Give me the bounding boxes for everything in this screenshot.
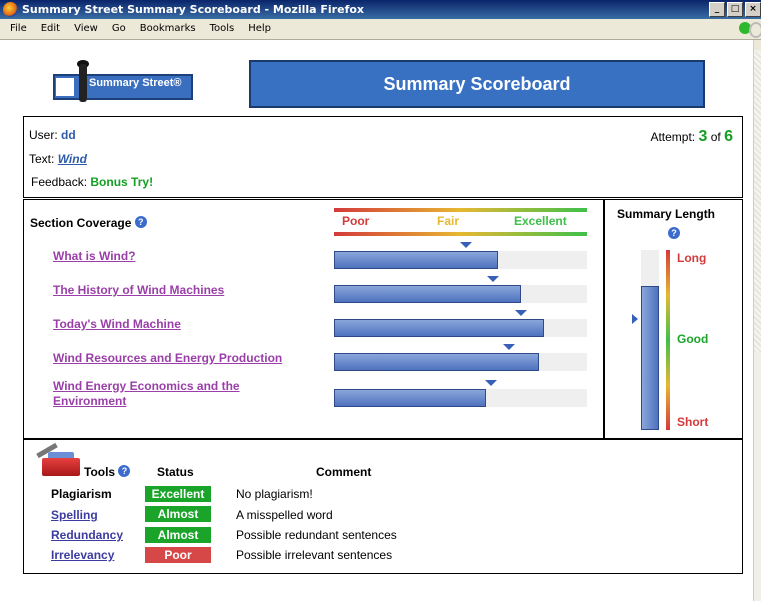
text-row: Text: Wind	[29, 152, 87, 166]
scale-poor-label: Poor	[342, 214, 370, 228]
coverage-track	[334, 285, 587, 303]
coverage-track	[334, 353, 587, 371]
comment-irrelevancy: Possible irrelevant sentences	[236, 548, 393, 562]
firefox-icon	[3, 2, 18, 17]
tools-label: Tools	[84, 465, 116, 479]
tools-title: Tools ?	[84, 465, 131, 479]
window-title: Summary Street Summary Scoreboard - Mozi…	[22, 3, 365, 16]
maximize-button[interactable]: □	[727, 2, 743, 17]
attempt-of: of	[710, 130, 721, 144]
tool-plagiarism: Plagiarism	[51, 487, 112, 501]
coverage-bar	[334, 353, 539, 371]
tool-redundancy-link[interactable]: Redundancy	[51, 528, 123, 542]
feedback-label: Feedback:	[31, 175, 88, 189]
coverage-bar	[334, 285, 521, 303]
user-label: User:	[29, 128, 58, 142]
menu-tools[interactable]: Tools	[210, 23, 235, 34]
section-link-history[interactable]: The History of Wind Machines	[53, 283, 224, 298]
menu-edit[interactable]: Edit	[41, 23, 60, 34]
target-marker-icon	[485, 380, 497, 386]
vertical-scrollbar[interactable]	[753, 40, 761, 601]
length-long-label: Long	[677, 251, 707, 265]
coverage-bar	[334, 389, 486, 407]
user-value: dd	[61, 128, 76, 142]
length-meter	[641, 250, 659, 430]
section-link-economics[interactable]: Wind Energy Economics and the Environmen…	[53, 379, 293, 409]
feedback-value: Bonus Try!	[90, 175, 154, 189]
summary-street-logo: Summary Street®	[53, 60, 193, 102]
coverage-track	[334, 319, 587, 337]
length-short-label: Short	[677, 415, 709, 429]
text-label: Text:	[29, 152, 55, 166]
signpost-icon	[79, 64, 87, 102]
length-good-label: Good	[677, 332, 709, 346]
section-coverage-title: Section Coverage ?	[30, 216, 147, 230]
scale-fair-label: Fair	[437, 214, 460, 228]
help-icon[interactable]: ?	[134, 216, 147, 228]
user-row: User: dd	[29, 128, 76, 142]
menu-go[interactable]: Go	[112, 23, 126, 34]
coverage-track	[334, 389, 587, 407]
coverage-track	[334, 251, 587, 269]
section-link-resources[interactable]: Wind Resources and Energy Production	[53, 351, 282, 366]
scale-excellent-label: Excellent	[514, 214, 567, 228]
target-marker-icon	[460, 242, 472, 248]
target-marker-icon	[503, 344, 515, 350]
tool-spelling-link[interactable]: Spelling	[51, 508, 98, 522]
length-help-icon[interactable]: ?	[668, 227, 680, 239]
window-titlebar: Summary Street Summary Scoreboard - Mozi…	[0, 0, 761, 19]
menu-file[interactable]: File	[10, 23, 27, 34]
summary-length-title: Summary Length	[617, 207, 716, 221]
scroll-up-arrow-icon[interactable]	[754, 40, 761, 50]
page-title: Summary Scoreboard	[249, 60, 705, 108]
section-link-what-is-wind[interactable]: What is Wind?	[53, 249, 136, 264]
attempt-counter: Attempt: 3 of 6	[650, 128, 733, 146]
length-scale	[666, 250, 670, 430]
coverage-scale: Poor Fair Excellent	[334, 208, 587, 236]
menu-view[interactable]: View	[74, 23, 98, 34]
section-coverage-label: Section Coverage	[30, 216, 132, 230]
length-meter-fill	[641, 286, 659, 430]
status-badge: Almost	[145, 527, 211, 543]
throbber-icon	[749, 22, 761, 38]
feedback-row: Feedback: Bonus Try!	[31, 175, 153, 189]
comment-redundancy: Possible redundant sentences	[236, 528, 397, 542]
coverage-bar	[334, 251, 498, 269]
close-button[interactable]: ×	[745, 2, 761, 17]
status-badge: Excellent	[145, 486, 211, 502]
section-link-todays-machine[interactable]: Today's Wind Machine	[53, 317, 181, 332]
menu-help[interactable]: Help	[248, 23, 271, 34]
logo-text: Summary Street®	[89, 77, 182, 89]
comment-plagiarism: No plagiarism!	[236, 487, 313, 501]
street-sign-icon	[56, 78, 74, 96]
coverage-bar	[334, 319, 544, 337]
toolbox-icon	[34, 442, 84, 478]
comment-header: Comment	[316, 465, 372, 479]
attempt-current: 3	[698, 128, 708, 145]
scrollbar-thumb[interactable]	[754, 52, 761, 352]
attempt-total: 6	[724, 128, 733, 145]
menu-bookmarks[interactable]: Bookmarks	[140, 23, 196, 34]
status-header: Status	[157, 465, 194, 479]
target-marker-icon	[515, 310, 527, 316]
tool-irrelevancy-link[interactable]: Irrelevancy	[51, 548, 114, 562]
comment-spelling: A misspelled word	[236, 508, 333, 522]
text-link[interactable]: Wind	[58, 152, 87, 166]
attempt-label: Attempt:	[650, 130, 696, 144]
menu-bar: File Edit View Go Bookmarks Tools Help	[0, 19, 761, 40]
length-pointer-icon	[632, 314, 638, 324]
tools-help-icon[interactable]: ?	[118, 465, 131, 477]
target-marker-icon	[487, 276, 499, 282]
status-badge: Poor	[145, 547, 211, 563]
minimize-button[interactable]: _	[709, 2, 725, 17]
status-badge: Almost	[145, 506, 211, 522]
